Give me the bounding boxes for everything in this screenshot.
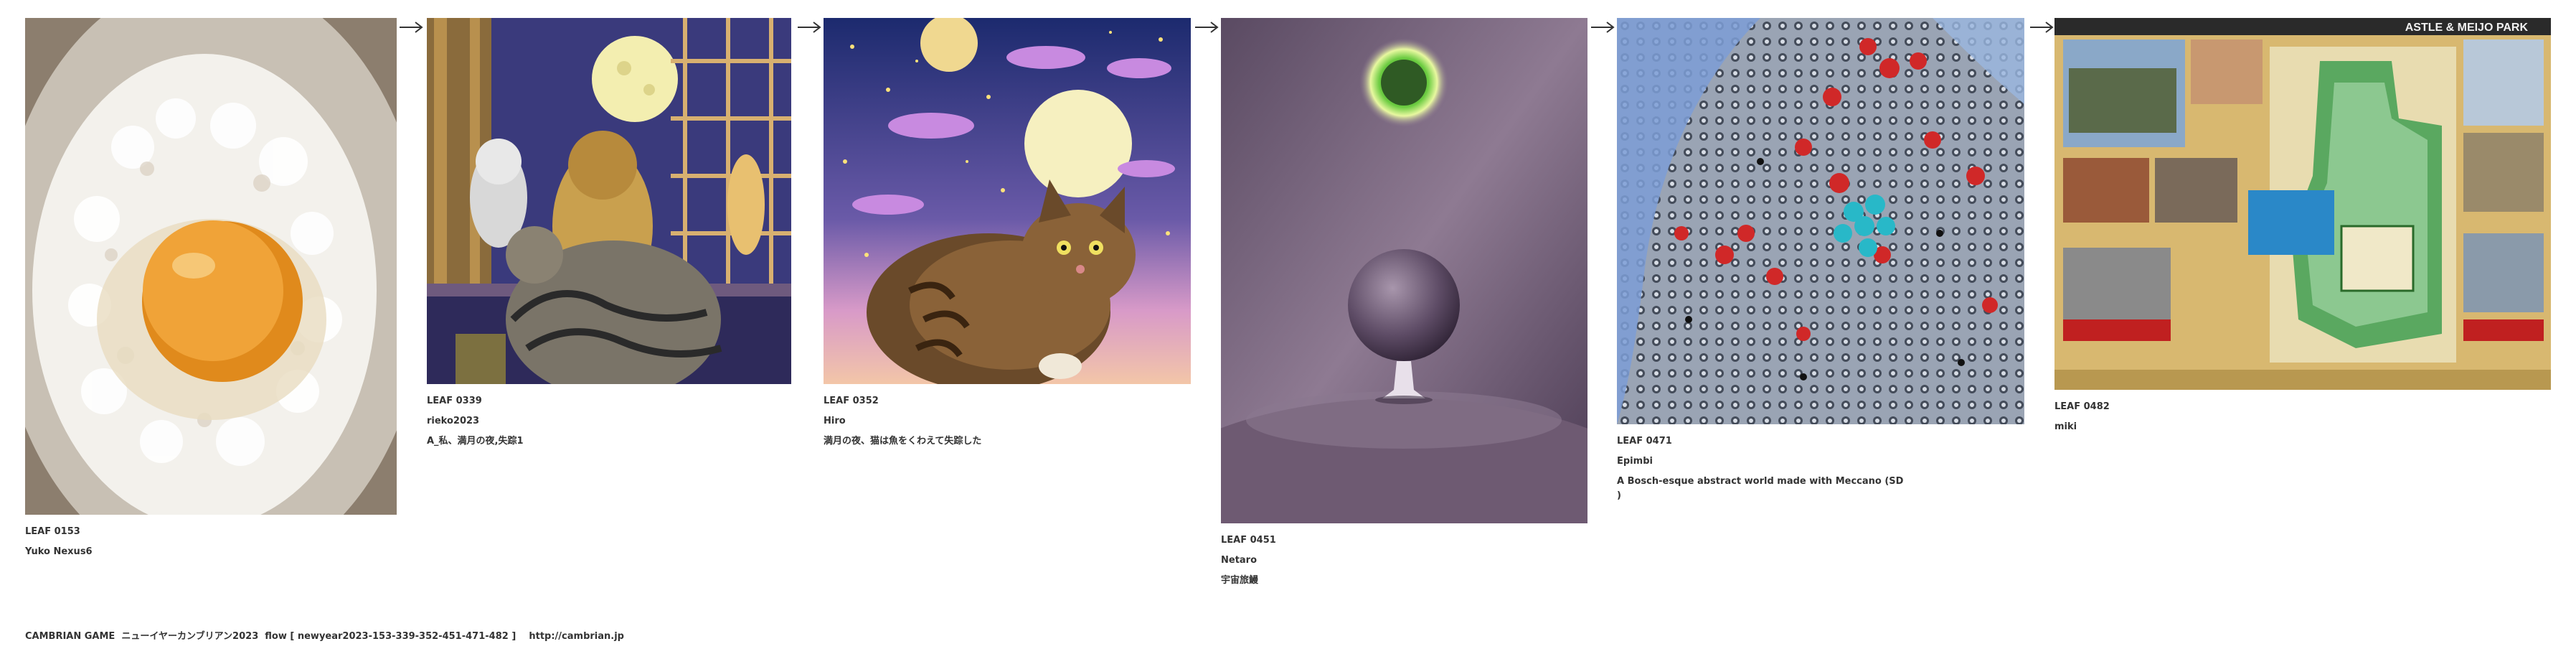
leaf-code: LEAF 0451 [1221,535,1276,546]
leaf-image-egg-rice[interactable] [25,18,397,515]
arrow-right-icon [1591,22,1615,33]
leaf-card-0153[interactable]: LEAF 0153 Yuko Nexus6 [25,18,397,562]
leaf-author[interactable]: miki [2054,417,2551,437]
arrow-right-icon [1195,22,1219,33]
leaf-image-castle-map[interactable]: ASTLE & MEIJO PARK [2054,18,2551,390]
leaf-image-cat-moon[interactable] [824,18,1191,384]
leaf-card-0482[interactable]: ASTLE & MEIJO PARK LEAF 0482 miki [2054,18,2551,437]
leaf-author[interactable]: rieko2023 [427,411,791,431]
leaf-code: LEAF 0471 [1617,436,1672,447]
arrow-right-icon [798,22,821,33]
leaf-code: LEAF 0153 [25,526,80,537]
leaf-description: 満月の夜、猫は魚をくわえて失踪した [824,436,982,447]
leaf-author[interactable]: Epimbi [1617,452,2024,472]
leaf-code: LEAF 0352 [824,396,879,406]
leaf-description: A_私、満月の夜,失踪1 [427,436,524,447]
leaf-description: 宇宙旅鰻 [1221,575,1259,586]
arrow-right-icon [2030,22,2054,33]
leaf-code: LEAF 0339 [427,396,482,406]
leaf-card-0471[interactable]: LEAF 0471 Epimbi A Bosch-esque abstract … [1617,18,2024,503]
leaf-image-meccano-abstract[interactable] [1617,18,2024,424]
leaf-card-0352[interactable]: LEAF 0352 Hiro 満月の夜、猫は魚をくわえて失踪した [824,18,1191,452]
leaf-card-0451[interactable]: LEAF 0451 Netaro 宇宙旅鰻 [1221,18,1587,591]
leaf-image-cats-window[interactable] [427,18,791,384]
leaf-description: A Bosch-esque abstract world made with M… [1617,476,1904,501]
map-banner-text: ASTLE & MEIJO PARK [2405,22,2529,34]
leaf-author[interactable]: Hiro [824,411,1191,431]
leaf-author[interactable]: Yuko Nexus6 [25,542,397,562]
footer-flow-text[interactable]: CAMBRIAN GAME ニューイヤーカンブリアン2023 flow [ ne… [25,628,624,642]
leaf-image-sphere-creature[interactable] [1221,18,1587,523]
leaf-code: LEAF 0482 [2054,401,2110,412]
leaf-author[interactable]: Netaro [1221,551,1587,571]
arrow-right-icon [400,22,423,33]
leaf-card-0339[interactable]: LEAF 0339 rieko2023 A_私、満月の夜,失踪1 [427,18,791,452]
